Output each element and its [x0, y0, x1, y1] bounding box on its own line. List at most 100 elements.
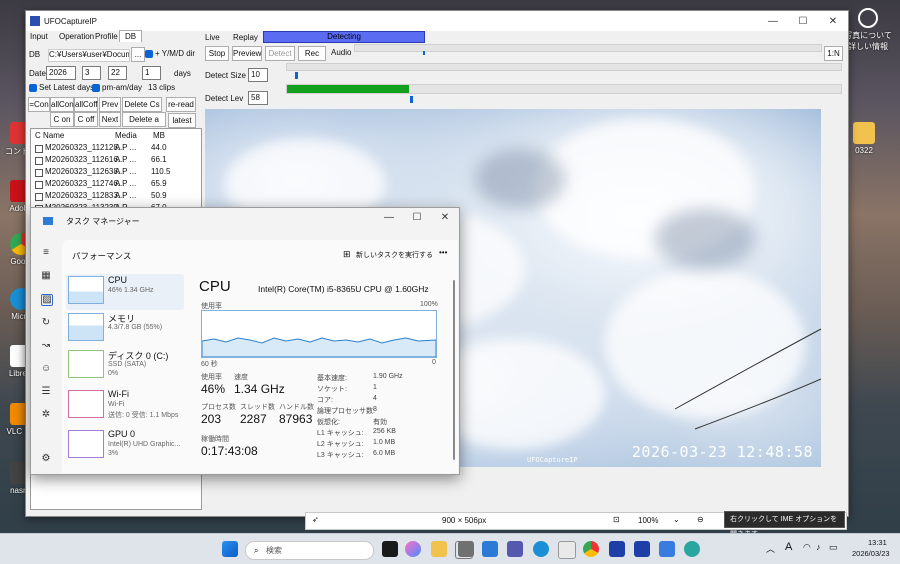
proc-value: 203 — [201, 412, 222, 426]
c-off-button[interactable]: C off — [74, 112, 98, 127]
minimize-icon[interactable]: — — [758, 16, 788, 27]
services-icon[interactable]: ✲ — [41, 410, 51, 420]
tm-scrollbar[interactable] — [453, 280, 455, 460]
tray-chevron-icon[interactable]: ︿ — [766, 542, 775, 555]
next-button[interactable]: Next — [99, 112, 121, 127]
more-options-button[interactable]: ••• — [439, 248, 447, 257]
taskmanager-taskbar-icon[interactable] — [684, 541, 700, 557]
detect-button[interactable]: Detect — [265, 46, 295, 61]
tab-db[interactable]: DB — [119, 30, 143, 42]
tm-maximize-icon[interactable]: ☐ — [402, 212, 432, 223]
allcoff-button[interactable]: allCoff — [74, 97, 98, 112]
cursor-icon[interactable]: ➶ — [312, 515, 319, 524]
run-new-task-button[interactable]: 新しいタスクを実行する — [356, 250, 433, 260]
users-icon[interactable]: ☺ — [41, 364, 51, 374]
zoom-out-icon[interactable]: ⊖ — [697, 515, 704, 524]
latest-button[interactable]: latest — [168, 113, 196, 128]
prev-button[interactable]: Prev — [99, 97, 121, 112]
clock-date[interactable]: 2026/03/23 — [852, 549, 890, 558]
ime-indicator[interactable]: A — [785, 541, 792, 553]
days-field[interactable]: 1 — [142, 66, 161, 80]
widgets-icon[interactable] — [382, 541, 398, 557]
list-item[interactable]: M20260323_112128... A P ... 44.0 — [31, 143, 201, 154]
set-latest-days-checkbox[interactable] — [29, 84, 37, 92]
perf-item-gpu[interactable]: GPU 0 Intel(R) UHD Graphic... 3% — [66, 428, 184, 464]
teams-icon[interactable] — [507, 541, 523, 557]
run-task-icon[interactable]: ⊞ — [343, 249, 351, 260]
perf-item-disk[interactable]: ディスク 0 (C:) SSD (SATA) 0% — [66, 348, 184, 384]
stop-button[interactable]: Stop — [205, 46, 229, 61]
ufocapture-taskbar-icon-1[interactable] — [609, 541, 625, 557]
volume-icon[interactable]: ♪ — [816, 542, 821, 552]
detect-size-slider[interactable] — [295, 72, 298, 79]
date-day-field[interactable]: 22 — [108, 66, 127, 80]
window-title: UFOCaptureIP — [44, 16, 97, 26]
desktop-icon-folder-0322[interactable]: 0322 — [843, 122, 885, 155]
settings-icon[interactable]: ⚙ — [41, 454, 51, 464]
date-year-field[interactable]: 2026 — [46, 66, 76, 80]
allcon-button[interactable]: allCon — [50, 97, 74, 112]
audio-slider[interactable] — [423, 51, 425, 55]
perf-item-memory[interactable]: メモリ 4.3/7.8 GB (55%) — [66, 311, 184, 347]
spec-value: 4 — [373, 395, 377, 402]
file-explorer-icon[interactable] — [431, 541, 447, 557]
detect-size-field[interactable]: 10 — [248, 68, 268, 82]
ymd-dir-checkbox[interactable] — [145, 50, 153, 58]
tm-minimize-icon[interactable]: — — [374, 212, 404, 223]
reread-button[interactable]: re-read — [166, 97, 196, 112]
wifi-icon[interactable]: ◠ — [803, 542, 811, 553]
startup-icon[interactable]: ↝ — [41, 341, 51, 351]
store-icon[interactable] — [558, 541, 576, 559]
perf-item-cpu[interactable]: CPU 46% 1.34 GHz — [66, 274, 184, 310]
ratio-button[interactable]: 1:N — [824, 46, 843, 61]
list-item[interactable]: M20260323_112616... A P ... 66.1 — [31, 155, 201, 166]
tab-operation[interactable]: Operation — [59, 32, 94, 41]
copilot-icon[interactable] — [405, 541, 421, 557]
edge-taskbar-icon[interactable] — [533, 541, 549, 557]
perf-item-wifi[interactable]: Wi-Fi Wi-Fi 送信: 0 受信: 1.1 Mbps — [66, 388, 184, 424]
c-on-button[interactable]: C on — [50, 112, 74, 127]
detect-lev-field[interactable]: 58 — [248, 91, 268, 105]
chrome-taskbar-icon[interactable] — [583, 541, 599, 557]
detect-lev-slider[interactable] — [410, 96, 413, 103]
delete-a-clip-button[interactable]: Delete a clip — [122, 112, 166, 137]
tm-close-icon[interactable]: ✕ — [430, 212, 460, 223]
battery-icon[interactable]: ▭ — [829, 542, 838, 553]
clip-checkbox[interactable] — [35, 169, 43, 177]
rec-button[interactable]: Rec — [298, 46, 326, 61]
clip-checkbox[interactable] — [35, 157, 43, 165]
taskbar-search[interactable]: ⌕ 検索 — [245, 541, 374, 560]
hamburger-icon[interactable]: ≡ — [41, 248, 51, 258]
details-icon[interactable]: ☰ — [41, 387, 51, 397]
close-icon[interactable]: ✕ — [818, 16, 848, 27]
tab-profile[interactable]: Profile — [95, 32, 118, 41]
fit-icon[interactable]: ⊡ — [613, 515, 620, 524]
list-item[interactable]: M20260323_112833... A P ... 50.9 — [31, 191, 201, 202]
photos-taskbar-icon[interactable] — [659, 541, 675, 557]
date-month-field[interactable]: 3 — [82, 66, 101, 80]
history-icon[interactable]: ↻ — [41, 318, 51, 328]
clip-checkbox[interactable] — [35, 193, 43, 201]
delete-cs-button[interactable]: Delete Cs — [122, 97, 162, 112]
list-item[interactable]: M20260323_112638... A P ... 110.5 — [31, 167, 201, 178]
preview-button[interactable]: Preview — [232, 46, 262, 61]
performance-icon[interactable]: ▨ — [41, 294, 53, 306]
zoom-select[interactable]: 100% — [638, 516, 658, 525]
clip-checkbox[interactable] — [35, 145, 43, 153]
maximize-icon[interactable]: ☐ — [788, 16, 818, 27]
clock-time[interactable]: 13:31 — [868, 538, 887, 547]
desktop-icon-spotlight[interactable]: 写真について 詳しい情報 — [842, 8, 894, 52]
calculator-icon[interactable] — [458, 541, 474, 557]
zoom-dropdown-icon[interactable]: ⌄ — [673, 515, 680, 524]
tab-input[interactable]: Input — [30, 32, 48, 41]
perf-item-detail: Intel(R) UHD Graphic... — [108, 441, 181, 448]
mail-icon[interactable] — [482, 541, 498, 557]
list-item[interactable]: M20260323_112746... A P ... 65.9 — [31, 179, 201, 190]
start-icon[interactable] — [222, 541, 238, 557]
con-button[interactable]: =Con — [28, 97, 50, 112]
processes-icon[interactable]: ▦ — [41, 271, 51, 281]
pm-am-day-checkbox[interactable] — [92, 84, 100, 92]
browse-button[interactable]: ... — [131, 47, 145, 62]
ufocapture-taskbar-icon-2[interactable] — [634, 541, 650, 557]
clip-checkbox[interactable] — [35, 181, 43, 189]
